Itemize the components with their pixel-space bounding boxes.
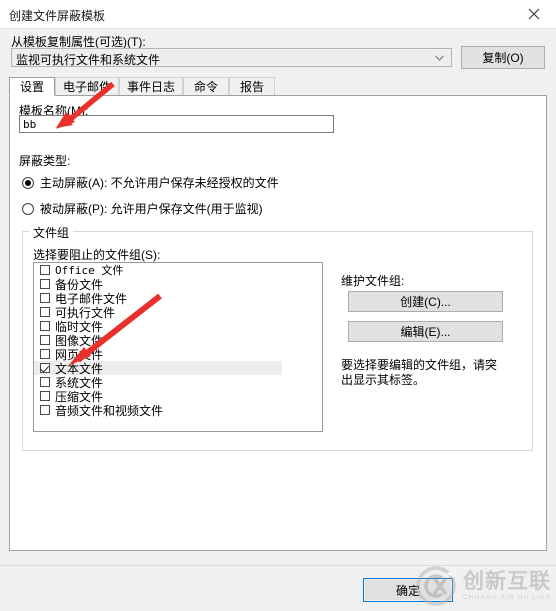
- radio-passive-screening[interactable]: 被动屏蔽(P): 允许用户保存文件(用于监视): [22, 200, 263, 217]
- checkbox-icon[interactable]: [40, 391, 50, 401]
- checkbox-icon[interactable]: [40, 363, 50, 373]
- file-group-hint-text: 要选择要编辑的文件组，请突出显示其标签。: [341, 358, 498, 387]
- close-icon[interactable]: [512, 0, 556, 28]
- template-name-input[interactable]: [19, 115, 334, 133]
- radio-selected-icon: [22, 176, 34, 189]
- watermark-main-text: 创新互联: [463, 569, 551, 593]
- title-bar: 创建文件屏蔽模板: [0, 0, 556, 29]
- checkbox-icon[interactable]: [40, 307, 50, 317]
- watermark-sub-text: CHUANG XIN HU LIAN: [463, 593, 552, 601]
- create-file-screen-template-dialog: 创建文件屏蔽模板 从模板复制属性(可选)(T): 监视可执行文件和系统文件 复制…: [0, 0, 556, 611]
- checkbox-icon[interactable]: [40, 405, 50, 415]
- footer-divider: [0, 565, 556, 566]
- tab-event-log[interactable]: 事件日志: [119, 77, 183, 96]
- file-group-list-label: 选择要阻止的文件组(S):: [33, 248, 161, 262]
- tab-report[interactable]: 报告: [229, 77, 275, 96]
- radio-unselected-icon: [22, 202, 34, 215]
- copy-button[interactable]: 复制(O): [461, 46, 545, 69]
- radio-active-screening[interactable]: 主动屏蔽(A): 不允许用户保存未经授权的文件: [22, 174, 279, 191]
- watermark-text: 创新互联 CHUANG XIN HU LIAN: [463, 569, 552, 602]
- checkbox-icon[interactable]: [40, 265, 50, 275]
- tab-strip: 设置 电子邮件 事件日志 命令 报告: [9, 77, 547, 96]
- chevron-down-icon[interactable]: [431, 49, 447, 66]
- copy-from-template-combobox[interactable]: 监视可执行文件和系统文件: [11, 48, 452, 67]
- file-group-legend: 文件组: [29, 224, 74, 241]
- screening-type-label: 屏蔽类型:: [19, 154, 71, 168]
- file-group-listbox[interactable]: Office 文件 备份文件 电子邮件文件 可执行文件 临时文件 图像文件 网页…: [33, 262, 323, 432]
- radio-passive-screening-label: 被动屏蔽(P): 允许用户保存文件(用于监视): [40, 202, 263, 216]
- tab-email[interactable]: 电子邮件: [55, 77, 119, 96]
- checkbox-icon[interactable]: [40, 349, 50, 359]
- radio-active-screening-label: 主动屏蔽(A): 不允许用户保存未经授权的文件: [40, 176, 279, 190]
- checkbox-icon[interactable]: [40, 321, 50, 331]
- maintain-file-group-label: 维护文件组:: [341, 274, 405, 288]
- window-title: 创建文件屏蔽模板: [9, 9, 106, 23]
- edit-file-group-button[interactable]: 编辑(E)...: [348, 321, 503, 342]
- list-item-label: 音频文件和视频文件: [55, 403, 164, 418]
- checkbox-icon[interactable]: [40, 335, 50, 345]
- tab-command[interactable]: 命令: [183, 77, 229, 96]
- ok-button[interactable]: 确定: [363, 578, 453, 602]
- checkbox-icon[interactable]: [40, 279, 50, 289]
- list-item[interactable]: 音频文件和视频文件: [34, 403, 322, 418]
- create-file-group-button[interactable]: 创建(C)...: [348, 291, 503, 312]
- checkbox-icon[interactable]: [40, 377, 50, 387]
- checkbox-icon[interactable]: [40, 293, 50, 303]
- tab-settings[interactable]: 设置: [9, 77, 55, 96]
- combobox-selected-value: 监视可执行文件和系统文件: [16, 53, 161, 67]
